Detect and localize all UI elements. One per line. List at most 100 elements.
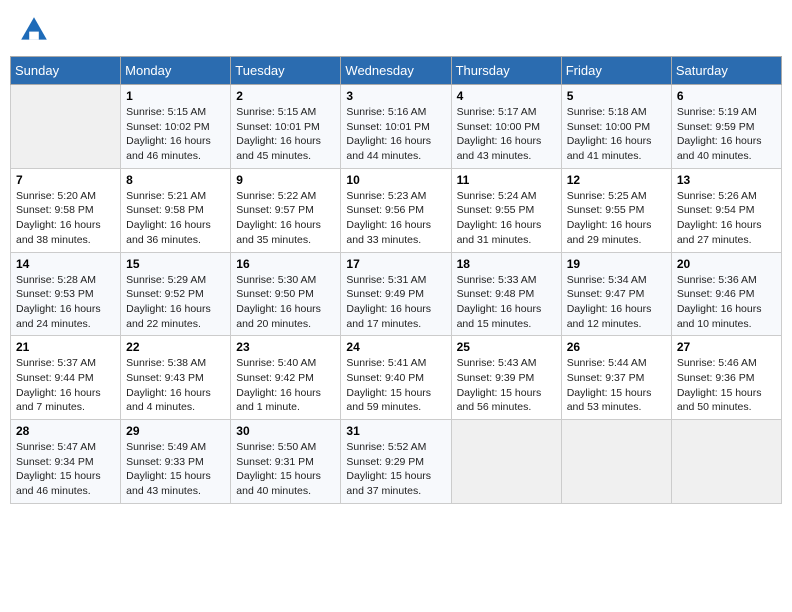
day-number: 2 [236, 89, 335, 103]
day-info: Sunrise: 5:19 AMSunset: 9:59 PMDaylight:… [677, 105, 776, 164]
calendar-cell: 17 Sunrise: 5:31 AMSunset: 9:49 PMDayligh… [341, 252, 451, 336]
calendar-cell: 11 Sunrise: 5:24 AMSunset: 9:55 PMDayligh… [451, 168, 561, 252]
day-info: Sunrise: 5:29 AMSunset: 9:52 PMDaylight:… [126, 273, 225, 332]
calendar-cell: 22 Sunrise: 5:38 AMSunset: 9:43 PMDayligh… [121, 336, 231, 420]
day-number: 11 [457, 173, 556, 187]
calendar-cell: 12 Sunrise: 5:25 AMSunset: 9:55 PMDayligh… [561, 168, 671, 252]
day-info: Sunrise: 5:30 AMSunset: 9:50 PMDaylight:… [236, 273, 335, 332]
day-info: Sunrise: 5:38 AMSunset: 9:43 PMDaylight:… [126, 356, 225, 415]
calendar-cell: 24 Sunrise: 5:41 AMSunset: 9:40 PMDayligh… [341, 336, 451, 420]
day-number: 25 [457, 340, 556, 354]
calendar-cell [11, 85, 121, 169]
day-info: Sunrise: 5:40 AMSunset: 9:42 PMDaylight:… [236, 356, 335, 415]
calendar-cell: 16 Sunrise: 5:30 AMSunset: 9:50 PMDayligh… [231, 252, 341, 336]
day-info: Sunrise: 5:25 AMSunset: 9:55 PMDaylight:… [567, 189, 666, 248]
day-number: 18 [457, 257, 556, 271]
day-info: Sunrise: 5:15 AMSunset: 10:01 PMDaylight… [236, 105, 335, 164]
calendar-cell: 15 Sunrise: 5:29 AMSunset: 9:52 PMDayligh… [121, 252, 231, 336]
day-number: 20 [677, 257, 776, 271]
day-info: Sunrise: 5:33 AMSunset: 9:48 PMDaylight:… [457, 273, 556, 332]
weekday-header: Friday [561, 57, 671, 85]
day-number: 21 [16, 340, 115, 354]
calendar-week-row: 21Sunrise: 5:37 AMSunset: 9:44 PMDayligh… [11, 336, 782, 420]
calendar-cell: 31 Sunrise: 5:52 AMSunset: 9:29 PMDayligh… [341, 420, 451, 504]
calendar-cell: 25 Sunrise: 5:43 AMSunset: 9:39 PMDayligh… [451, 336, 561, 420]
day-number: 13 [677, 173, 776, 187]
logo [18, 14, 52, 46]
day-number: 24 [346, 340, 445, 354]
day-number: 17 [346, 257, 445, 271]
day-info: Sunrise: 5:36 AMSunset: 9:46 PMDaylight:… [677, 273, 776, 332]
weekday-header: Monday [121, 57, 231, 85]
day-info: Sunrise: 5:21 AMSunset: 9:58 PMDaylight:… [126, 189, 225, 248]
day-number: 19 [567, 257, 666, 271]
calendar-week-row: 14 Sunrise: 5:28 AMSunset: 9:53 PMDayligh… [11, 252, 782, 336]
calendar-week-row: 28 Sunrise: 5:47 AMSunset: 9:34 PMDayligh… [11, 420, 782, 504]
day-info: Sunrise: 5:23 AMSunset: 9:56 PMDaylight:… [346, 189, 445, 248]
calendar-cell: 10 Sunrise: 5:23 AMSunset: 9:56 PMDayligh… [341, 168, 451, 252]
calendar-cell: 8 Sunrise: 5:21 AMSunset: 9:58 PMDaylight… [121, 168, 231, 252]
day-number: 28 [16, 424, 115, 438]
day-info: Sunrise: 5:41 AMSunset: 9:40 PMDaylight:… [346, 356, 445, 415]
day-number: 27 [677, 340, 776, 354]
calendar-cell: 3 Sunrise: 5:16 AMSunset: 10:01 PMDayligh… [341, 85, 451, 169]
calendar-cell: 9 Sunrise: 5:22 AMSunset: 9:57 PMDaylight… [231, 168, 341, 252]
day-info: Sunrise: 5:47 AMSunset: 9:34 PMDaylight:… [16, 440, 115, 499]
weekday-header: Wednesday [341, 57, 451, 85]
day-number: 16 [236, 257, 335, 271]
day-info: Sunrise: 5:16 AMSunset: 10:01 PMDaylight… [346, 105, 445, 164]
day-info: Sunrise: 5:31 AMSunset: 9:49 PMDaylight:… [346, 273, 445, 332]
day-info: Sunrise: 5:52 AMSunset: 9:29 PMDaylight:… [346, 440, 445, 499]
calendar-cell: 7Sunrise: 5:20 AMSunset: 9:58 PMDaylight… [11, 168, 121, 252]
day-number: 3 [346, 89, 445, 103]
calendar-cell: 18 Sunrise: 5:33 AMSunset: 9:48 PMDayligh… [451, 252, 561, 336]
calendar-cell: 1Sunrise: 5:15 AMSunset: 10:02 PMDayligh… [121, 85, 231, 169]
day-info: Sunrise: 5:22 AMSunset: 9:57 PMDaylight:… [236, 189, 335, 248]
day-info: Sunrise: 5:24 AMSunset: 9:55 PMDaylight:… [457, 189, 556, 248]
day-number: 6 [677, 89, 776, 103]
calendar-cell [671, 420, 781, 504]
calendar-cell: 28 Sunrise: 5:47 AMSunset: 9:34 PMDayligh… [11, 420, 121, 504]
day-number: 22 [126, 340, 225, 354]
calendar-cell: 27 Sunrise: 5:46 AMSunset: 9:36 PMDayligh… [671, 336, 781, 420]
calendar-cell: 19 Sunrise: 5:34 AMSunset: 9:47 PMDayligh… [561, 252, 671, 336]
day-number: 30 [236, 424, 335, 438]
day-number: 15 [126, 257, 225, 271]
calendar-cell: 21Sunrise: 5:37 AMSunset: 9:44 PMDayligh… [11, 336, 121, 420]
calendar-week-row: 7Sunrise: 5:20 AMSunset: 9:58 PMDaylight… [11, 168, 782, 252]
day-info: Sunrise: 5:43 AMSunset: 9:39 PMDaylight:… [457, 356, 556, 415]
day-number: 14 [16, 257, 115, 271]
calendar-header-row: SundayMondayTuesdayWednesdayThursdayFrid… [11, 57, 782, 85]
day-number: 4 [457, 89, 556, 103]
calendar-cell: 30 Sunrise: 5:50 AMSunset: 9:31 PMDayligh… [231, 420, 341, 504]
page-header [10, 10, 782, 50]
calendar-cell: 4 Sunrise: 5:17 AMSunset: 10:00 PMDayligh… [451, 85, 561, 169]
day-info: Sunrise: 5:17 AMSunset: 10:00 PMDaylight… [457, 105, 556, 164]
day-info: Sunrise: 5:46 AMSunset: 9:36 PMDaylight:… [677, 356, 776, 415]
day-number: 8 [126, 173, 225, 187]
day-info: Sunrise: 5:49 AMSunset: 9:33 PMDaylight:… [126, 440, 225, 499]
day-number: 31 [346, 424, 445, 438]
day-number: 23 [236, 340, 335, 354]
day-info: Sunrise: 5:50 AMSunset: 9:31 PMDaylight:… [236, 440, 335, 499]
calendar-table: SundayMondayTuesdayWednesdayThursdayFrid… [10, 56, 782, 504]
weekday-header: Saturday [671, 57, 781, 85]
day-number: 10 [346, 173, 445, 187]
day-number: 12 [567, 173, 666, 187]
day-number: 29 [126, 424, 225, 438]
calendar-week-row: 1Sunrise: 5:15 AMSunset: 10:02 PMDayligh… [11, 85, 782, 169]
calendar-cell: 5Sunrise: 5:18 AMSunset: 10:00 PMDayligh… [561, 85, 671, 169]
day-number: 9 [236, 173, 335, 187]
day-info: Sunrise: 5:18 AMSunset: 10:00 PMDaylight… [567, 105, 666, 164]
logo-icon [18, 14, 50, 46]
calendar-cell: 20 Sunrise: 5:36 AMSunset: 9:46 PMDayligh… [671, 252, 781, 336]
day-info: Sunrise: 5:26 AMSunset: 9:54 PMDaylight:… [677, 189, 776, 248]
calendar-cell: 29 Sunrise: 5:49 AMSunset: 9:33 PMDayligh… [121, 420, 231, 504]
day-info: Sunrise: 5:28 AMSunset: 9:53 PMDaylight:… [16, 273, 115, 332]
weekday-header: Thursday [451, 57, 561, 85]
day-info: Sunrise: 5:34 AMSunset: 9:47 PMDaylight:… [567, 273, 666, 332]
day-info: Sunrise: 5:44 AMSunset: 9:37 PMDaylight:… [567, 356, 666, 415]
calendar-cell: 23 Sunrise: 5:40 AMSunset: 9:42 PMDayligh… [231, 336, 341, 420]
calendar-cell [561, 420, 671, 504]
day-info: Sunrise: 5:20 AMSunset: 9:58 PMDaylight:… [16, 189, 115, 248]
